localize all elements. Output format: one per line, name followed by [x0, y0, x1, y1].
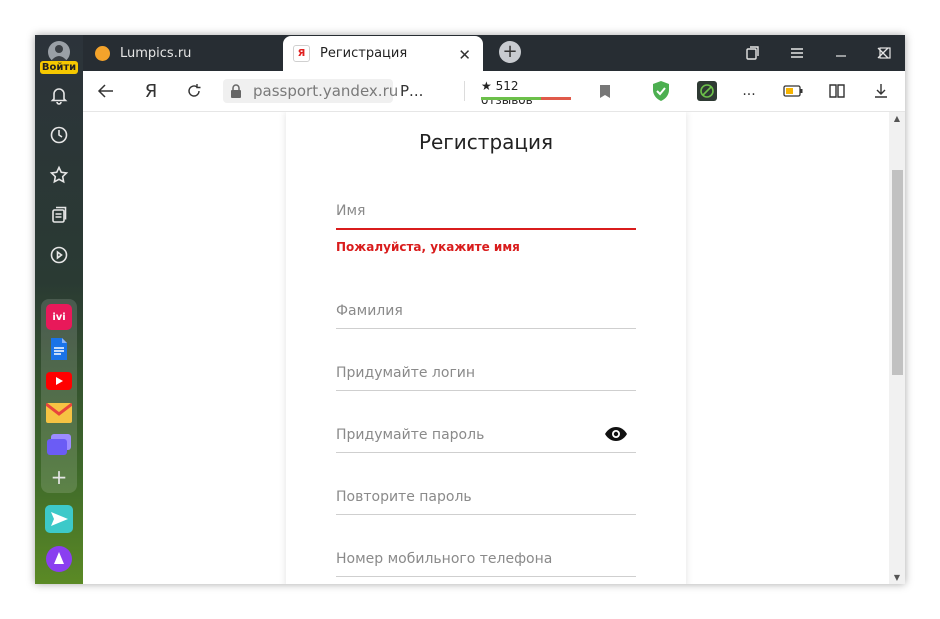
- login-input[interactable]: [336, 358, 636, 388]
- show-password-eye-icon[interactable]: [604, 426, 628, 446]
- password-field[interactable]: [336, 420, 636, 453]
- yandex-favicon-icon: Я: [293, 45, 310, 62]
- bookmark-icon[interactable]: [595, 71, 615, 111]
- extension-icon[interactable]: [695, 71, 719, 111]
- protect-shield-icon[interactable]: [649, 71, 673, 111]
- url-text[interactable]: passport.yandex.ru: [253, 71, 398, 111]
- tab-label: Регистрация: [320, 46, 408, 61]
- password-input[interactable]: [336, 420, 636, 450]
- new-tab-button[interactable]: +: [499, 41, 521, 63]
- gallery-app-icon[interactable]: [46, 432, 72, 458]
- registration-card: Регистрация Пожалуйста, укажите имя: [286, 112, 686, 584]
- close-tab-icon[interactable]: ✕: [458, 46, 471, 64]
- battery-saver-icon[interactable]: [781, 71, 805, 111]
- collections-icon[interactable]: [45, 201, 73, 229]
- add-app-button[interactable]: +: [46, 464, 72, 490]
- tab-label: Lumpics.ru: [120, 45, 192, 61]
- divider: [464, 81, 465, 101]
- tab-manager-icon[interactable]: [731, 35, 775, 71]
- minimize-icon[interactable]: [819, 35, 863, 71]
- address-bar: Я passport.yandex.ru Р... ★ 512 отзывов …: [83, 71, 905, 112]
- phone-input[interactable]: [336, 544, 636, 574]
- download-icon[interactable]: [869, 71, 893, 111]
- bookmarks-star-icon[interactable]: [45, 161, 73, 189]
- alice-assistant-icon[interactable]: [45, 545, 73, 573]
- lock-icon[interactable]: [228, 71, 244, 111]
- reviews-badge[interactable]: ★ 512 отзывов: [481, 79, 571, 107]
- page-content: Регистрация Пожалуйста, укажите имя: [83, 112, 889, 584]
- tab-lumpics[interactable]: Lumpics.ru: [83, 35, 283, 71]
- bell-icon[interactable]: [45, 81, 73, 109]
- vertical-scrollbar[interactable]: ▲ ▼: [889, 112, 905, 584]
- last-name-input[interactable]: [336, 296, 636, 326]
- tab-registration[interactable]: Я Регистрация ✕: [283, 36, 483, 71]
- youtube-app-icon[interactable]: [46, 368, 72, 394]
- menu-icon[interactable]: [775, 35, 819, 71]
- more-extensions-button[interactable]: ...: [739, 71, 759, 111]
- ivi-app-icon[interactable]: ivi: [46, 304, 72, 330]
- close-window-icon[interactable]: [861, 35, 905, 71]
- first-name-field[interactable]: [336, 196, 636, 230]
- page-title-abbrev[interactable]: Р...: [400, 71, 423, 111]
- browser-window: Войти ivi + Lumpics.ru Я Регистрация ✕ +…: [35, 35, 905, 584]
- mail-app-icon[interactable]: [46, 400, 72, 426]
- tab-strip: Lumpics.ru Я Регистрация ✕ +: [83, 35, 905, 71]
- history-icon[interactable]: [45, 121, 73, 149]
- login-field[interactable]: [336, 358, 636, 391]
- last-name-field[interactable]: [336, 296, 636, 329]
- back-arrow-icon[interactable]: [93, 71, 119, 111]
- scroll-down-icon[interactable]: ▼: [889, 573, 905, 582]
- page-title: Регистрация: [418, 130, 554, 154]
- first-name-input[interactable]: [336, 196, 636, 226]
- reader-icon[interactable]: [825, 71, 849, 111]
- docs-app-icon[interactable]: [46, 336, 72, 362]
- play-icon[interactable]: [45, 241, 73, 269]
- scrollbar-thumb[interactable]: [892, 170, 903, 375]
- scroll-up-icon[interactable]: ▲: [889, 114, 905, 123]
- repeat-password-field[interactable]: [336, 482, 636, 515]
- reload-icon[interactable]: [181, 71, 207, 111]
- browser-sidebar: Войти ivi +: [35, 35, 83, 584]
- phone-field[interactable]: [336, 544, 636, 577]
- login-badge[interactable]: Войти: [40, 61, 78, 74]
- lumpics-favicon-icon: [95, 45, 110, 61]
- apps-dock: ivi +: [41, 299, 77, 493]
- profile-avatar[interactable]: [48, 41, 70, 63]
- yandex-home-button[interactable]: Я: [139, 71, 163, 111]
- error-message: Пожалуйста, укажите имя: [336, 240, 520, 254]
- rating-bar-positive: [481, 97, 541, 100]
- send-app-icon[interactable]: [45, 505, 73, 533]
- repeat-password-input[interactable]: [336, 482, 636, 512]
